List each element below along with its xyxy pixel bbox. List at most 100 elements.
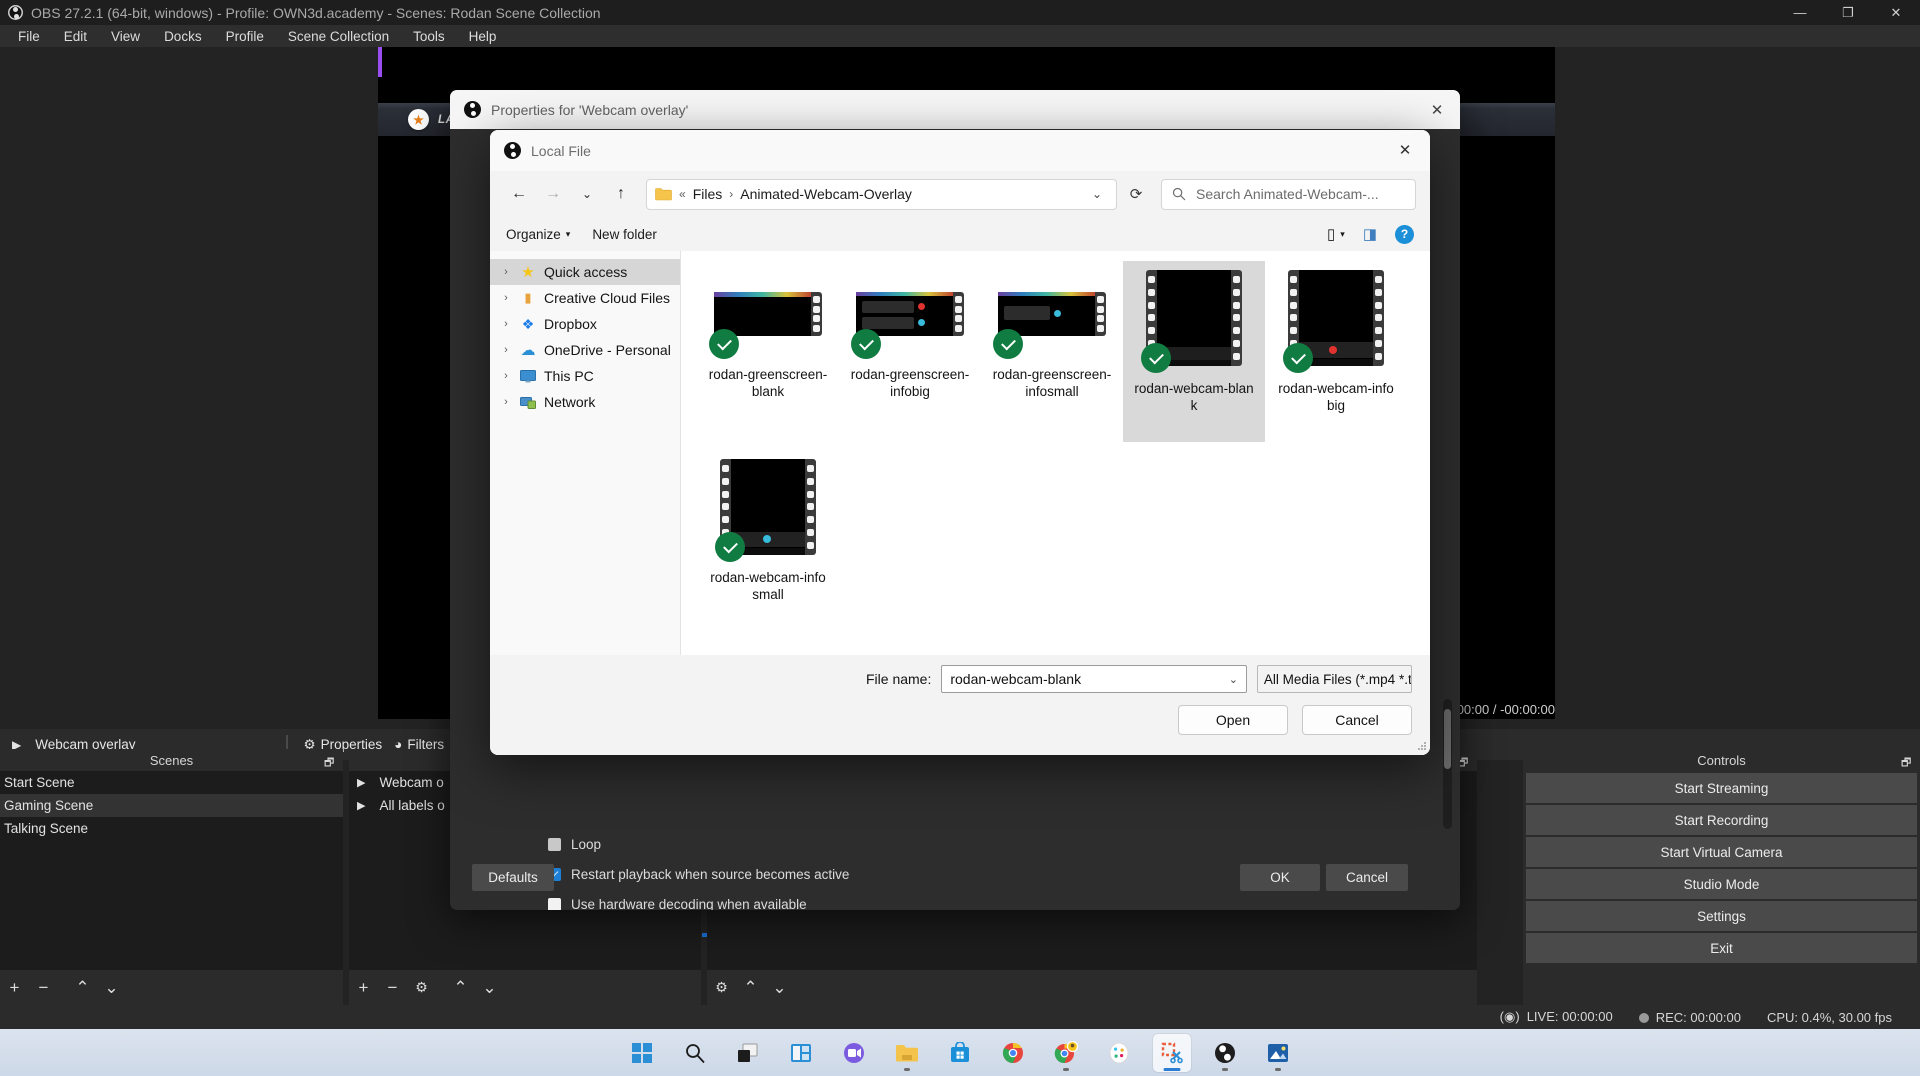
- chrome-profile-icon[interactable]: [1047, 1034, 1085, 1072]
- chevron-down-icon[interactable]: ⌄: [1229, 673, 1238, 686]
- visibility-icon[interactable]: ▶: [357, 776, 365, 789]
- close-icon[interactable]: ✕: [1414, 90, 1460, 129]
- search-input[interactable]: Search Animated-Webcam-...: [1196, 186, 1379, 202]
- close-icon[interactable]: ✕: [1384, 132, 1426, 168]
- scenes-list[interactable]: Start Scene Gaming Scene Talking Scene: [0, 771, 343, 970]
- sidebar-item-onedrive-personal[interactable]: › ☁ OneDrive - Personal: [490, 337, 680, 363]
- widgets-icon[interactable]: [782, 1034, 820, 1072]
- list-item[interactable]: Start Scene: [0, 771, 343, 794]
- help-icon[interactable]: ?: [1395, 225, 1414, 244]
- list-item[interactable]: Talking Scene: [0, 817, 343, 840]
- preview-pane-icon[interactable]: ◨: [1363, 225, 1377, 243]
- sidebar-item-dropbox[interactable]: › ❖ Dropbox: [490, 311, 680, 337]
- move-source-up-button[interactable]: ⌃: [446, 970, 475, 1005]
- start-virtual-camera-button[interactable]: Start Virtual Camera: [1526, 837, 1917, 867]
- back-button[interactable]: ←: [504, 179, 534, 209]
- refresh-icon[interactable]: ⟳: [1121, 179, 1151, 209]
- address-overflow[interactable]: «: [679, 187, 686, 201]
- visibility-icon[interactable]: ▶: [357, 799, 365, 812]
- sidebar-item-quick-access[interactable]: › ★ Quick access: [490, 259, 680, 285]
- maximize-button[interactable]: ❐: [1824, 0, 1872, 25]
- slack-icon[interactable]: [1100, 1034, 1138, 1072]
- minimize-button[interactable]: —: [1776, 0, 1824, 25]
- cancel-button[interactable]: Cancel: [1326, 864, 1408, 891]
- microsoft-store-icon[interactable]: [941, 1034, 979, 1072]
- remove-scene-button[interactable]: −: [29, 970, 58, 1005]
- search-taskbar-icon[interactable]: [676, 1034, 714, 1072]
- menu-docks[interactable]: Docks: [152, 27, 214, 46]
- defaults-button[interactable]: Defaults: [472, 864, 554, 891]
- chevron-right-icon[interactable]: ›: [500, 396, 512, 408]
- resize-handle[interactable]: [1417, 742, 1427, 752]
- menu-tools[interactable]: Tools: [401, 27, 457, 46]
- teams-chat-icon[interactable]: [835, 1034, 873, 1072]
- remove-source-button[interactable]: −: [378, 970, 407, 1005]
- breadcrumb-files[interactable]: Files: [693, 186, 723, 202]
- add-scene-button[interactable]: +: [0, 970, 29, 1005]
- sidebar-item-network[interactable]: › Network: [490, 389, 680, 415]
- chevron-right-icon[interactable]: ›: [500, 266, 512, 278]
- menu-help[interactable]: Help: [457, 27, 509, 46]
- menu-file[interactable]: File: [6, 27, 52, 46]
- view-options-button[interactable]: ▯ ▾: [1327, 225, 1345, 243]
- search-box[interactable]: Search Animated-Webcam-...: [1161, 179, 1416, 210]
- chevron-right-icon[interactable]: ›: [500, 370, 512, 382]
- properties-scrollbar[interactable]: [1443, 699, 1452, 829]
- task-view-icon[interactable]: [729, 1034, 767, 1072]
- ok-button[interactable]: OK: [1240, 864, 1320, 891]
- chevron-right-icon[interactable]: ›: [500, 318, 512, 330]
- start-recording-button[interactable]: Start Recording: [1526, 805, 1917, 835]
- settings-button[interactable]: Settings: [1526, 901, 1917, 931]
- file-item[interactable]: rodan-greenscreen-infosmall: [981, 261, 1123, 436]
- move-scene-up-button[interactable]: ⌃: [68, 970, 97, 1005]
- file-type-select[interactable]: All Media Files (*.mp4 *.ts *.mov ⌄: [1257, 665, 1412, 693]
- start-streaming-button[interactable]: Start Streaming: [1526, 773, 1917, 803]
- chrome-icon[interactable]: [994, 1034, 1032, 1072]
- menu-edit[interactable]: Edit: [52, 27, 99, 46]
- organize-button[interactable]: Organize ▾: [506, 227, 570, 242]
- chevron-right-icon[interactable]: ›: [500, 292, 512, 304]
- studio-mode-button[interactable]: Studio Mode: [1526, 869, 1917, 899]
- close-button[interactable]: ✕: [1872, 0, 1920, 25]
- file-item[interactable]: rodan-webcam-infobig: [1265, 261, 1407, 442]
- chevron-down-icon[interactable]: ⌄: [1086, 187, 1108, 201]
- cancel-button[interactable]: Cancel: [1302, 705, 1412, 735]
- breadcrumb-current-folder[interactable]: Animated-Webcam-Overlay: [740, 186, 912, 202]
- exit-button[interactable]: Exit: [1526, 933, 1917, 963]
- source-settings-button[interactable]: ⚙: [407, 970, 436, 1005]
- new-folder-button[interactable]: New folder: [592, 227, 657, 242]
- menu-profile[interactable]: Profile: [214, 27, 276, 46]
- navigation-tree[interactable]: › ★ Quick access › ▮ Creative Cloud File…: [490, 251, 680, 655]
- photos-icon[interactable]: [1259, 1034, 1297, 1072]
- chevron-right-icon[interactable]: ›: [500, 344, 512, 356]
- open-button[interactable]: Open: [1178, 705, 1288, 735]
- menu-scene-collection[interactable]: Scene Collection: [276, 27, 401, 46]
- start-button[interactable]: [623, 1034, 661, 1072]
- up-button[interactable]: ↑: [606, 179, 636, 209]
- file-list[interactable]: rodan-greenscreen-blank: [680, 251, 1430, 655]
- menu-view[interactable]: View: [99, 27, 152, 46]
- sidebar-item-creative-cloud-files[interactable]: › ▮ Creative Cloud Files: [490, 285, 680, 311]
- file-name-input[interactable]: rodan-webcam-blank ⌄: [941, 665, 1247, 693]
- float-dock-icon[interactable]: 🗗: [324, 754, 335, 765]
- address-bar[interactable]: « Files › Animated-Webcam-Overlay ⌄: [646, 179, 1117, 210]
- folder-icon: [655, 187, 672, 201]
- mixer-settings-button[interactable]: ⚙: [707, 970, 736, 1005]
- move-scene-down-button[interactable]: ⌄: [97, 970, 126, 1005]
- snipping-tool-icon[interactable]: [1153, 1034, 1191, 1072]
- file-item[interactable]: rodan-webcam-infosmall: [697, 442, 839, 623]
- list-item[interactable]: Gaming Scene: [0, 794, 343, 817]
- recent-locations-button[interactable]: ⌄: [572, 179, 602, 209]
- float-dock-icon[interactable]: 🗗: [1901, 754, 1912, 765]
- file-item-selected[interactable]: rodan-webcam-blank: [1123, 261, 1265, 442]
- mixer-down-button[interactable]: ⌄: [765, 970, 794, 1005]
- sidebar-item-this-pc[interactable]: › This PC: [490, 363, 680, 389]
- file-item[interactable]: rodan-greenscreen-blank: [697, 261, 839, 436]
- forward-button[interactable]: →: [538, 179, 568, 209]
- file-explorer-icon[interactable]: [888, 1034, 926, 1072]
- move-source-down-button[interactable]: ⌄: [475, 970, 504, 1005]
- add-source-button[interactable]: +: [349, 970, 378, 1005]
- mixer-up-button[interactable]: ⌃: [736, 970, 765, 1005]
- obs-icon[interactable]: [1206, 1034, 1244, 1072]
- file-item[interactable]: rodan-greenscreen-infobig: [839, 261, 981, 436]
